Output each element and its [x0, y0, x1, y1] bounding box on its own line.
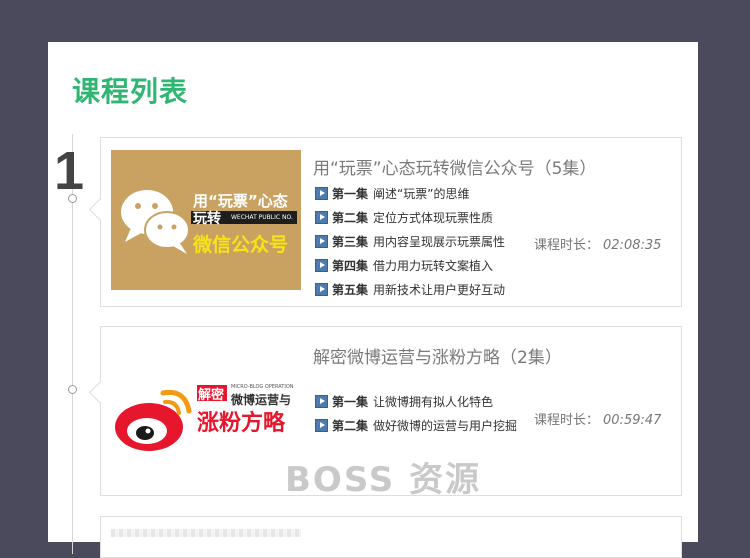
course-thumbnail-weibo[interactable]: 解密 MICRO-BLOG OPERATION 微博运营与 涨粉方略	[111, 339, 301, 479]
course-duration: 课程时长： 02:08:35	[534, 234, 661, 253]
episode-list: 第一集 阐述“玩票”的思维 第二集 定位方式体现玩票性质 第三集 用内容呈现展示…	[315, 181, 505, 301]
play-icon	[315, 282, 328, 296]
duration-value: 02:08:35	[603, 238, 662, 253]
episode-title: 借力用力玩转文案植入	[373, 258, 494, 273]
course-card-3[interactable]	[100, 516, 682, 558]
thumb-line3: 微信公众号	[193, 234, 289, 256]
play-icon	[315, 210, 328, 224]
thumb-line2: 玩转	[193, 211, 221, 227]
episode-item[interactable]: 第一集 阐述“玩票”的思维	[315, 181, 505, 205]
play-icon	[315, 394, 328, 408]
duration-label: 课程时长：	[534, 413, 600, 428]
episode-number: 第二集	[332, 210, 369, 225]
episode-number: 第二集	[332, 418, 369, 433]
duration-value: 00:59:47	[603, 413, 662, 428]
thumb-line2: 涨粉方略	[197, 411, 286, 436]
play-icon	[315, 186, 328, 200]
course-thumbnail-wechat[interactable]: 用“玩票”心态 玩转 WECHAT PUBLIC NO. 微信公众号	[111, 150, 301, 290]
episode-title: 定位方式体现玩票性质	[373, 210, 494, 225]
episode-item[interactable]: 第二集 做好微博的运营与用户挖掘	[315, 413, 521, 437]
thumb-line2-tag: WECHAT PUBLIC NO.	[231, 214, 293, 221]
episode-list: 第一集 让微博拥有拟人化特色 第二集 做好微博的运营与用户挖掘	[315, 389, 521, 437]
course-list-panel: 课程列表 1 用“玩票”心态 玩转 WECHAT PUBLIC NO. 微信公众…	[48, 42, 698, 558]
episode-item[interactable]: 第三集 用内容呈现展示玩票属性	[315, 229, 505, 253]
episode-title: 用内容呈现展示玩票属性	[373, 234, 506, 249]
card-pointer	[88, 198, 111, 221]
episode-item[interactable]: 第二集 定位方式体现玩票性质	[315, 205, 505, 229]
course-thumbnail-placeholder	[111, 529, 301, 537]
timeline-dot-1	[68, 194, 77, 203]
episode-number: 第三集	[332, 234, 369, 249]
episode-title: 做好微博的运营与用户挖掘	[373, 418, 518, 433]
card-pointer	[88, 381, 111, 404]
episode-title: 让微博拥有拟人化特色	[373, 394, 494, 409]
play-icon	[315, 258, 328, 272]
thumb-small-en: MICRO-BLOG OPERATION	[231, 384, 294, 390]
episode-number: 第四集	[332, 258, 369, 273]
watermark: BOSS 资源	[285, 460, 482, 500]
episode-number: 第一集	[332, 186, 369, 201]
episode-title: 阐述“玩票”的思维	[373, 186, 470, 201]
episode-number: 第五集	[332, 282, 369, 297]
course-card-wechat[interactable]: 用“玩票”心态 玩转 WECHAT PUBLIC NO. 微信公众号 用“玩票”…	[88, 137, 682, 307]
duration-label: 课程时长：	[534, 238, 600, 253]
step-number: 1	[54, 141, 85, 201]
course-title[interactable]: 解密微博运营与涨粉方略（2集）	[313, 343, 562, 368]
episode-item[interactable]: 第一集 让微博拥有拟人化特色	[315, 389, 521, 413]
timeline-dot-2	[68, 385, 77, 394]
play-icon	[315, 418, 328, 432]
course-title[interactable]: 用“玩票”心态玩转微信公众号（5集）	[313, 154, 596, 179]
course-duration: 课程时长： 00:59:47	[534, 409, 661, 428]
episode-title: 用新技术让用户更好互动	[373, 282, 506, 297]
episode-item[interactable]: 第四集 借力用力玩转文案植入	[315, 253, 505, 277]
episode-item[interactable]: 第五集 用新技术让用户更好互动	[315, 277, 505, 301]
episode-number: 第一集	[332, 394, 369, 409]
thumb-tag: 解密	[198, 388, 225, 403]
page-title: 课程列表	[72, 75, 189, 108]
play-icon	[315, 234, 328, 248]
